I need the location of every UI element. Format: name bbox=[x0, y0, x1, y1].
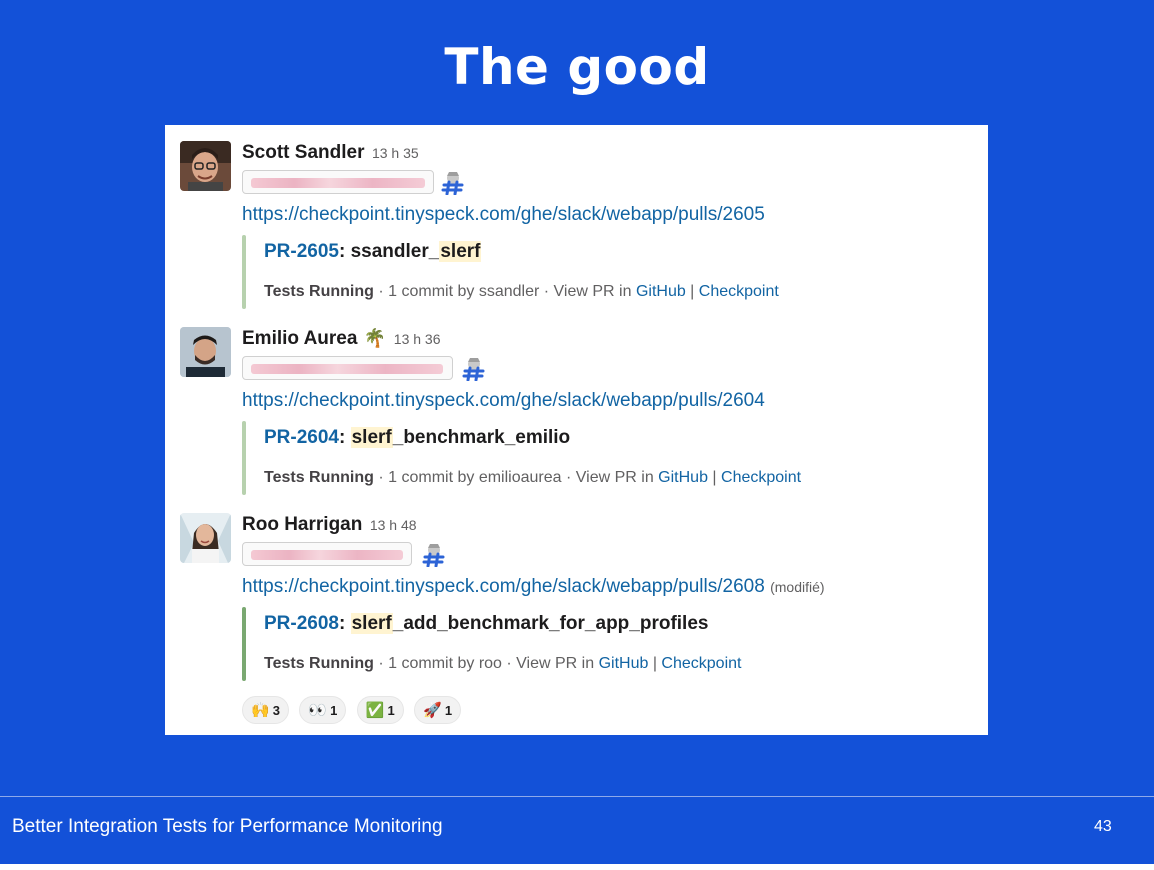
attachment-footer: Tests Running · 1 commit by roo · View P… bbox=[264, 655, 741, 673]
link-separator: | bbox=[707, 469, 722, 486]
attachment-bar bbox=[242, 235, 246, 309]
message-header: Roo Harrigan 13 h 48 bbox=[242, 514, 417, 536]
timestamp[interactable]: 13 h 35 bbox=[372, 145, 419, 161]
author-name[interactable]: Emilio Aurea bbox=[242, 328, 357, 349]
attachment: PR-2608: slerf_add_benchmark_for_app_pro… bbox=[242, 607, 842, 681]
reaction-count: 1 bbox=[444, 702, 453, 718]
avatar[interactable] bbox=[180, 327, 231, 377]
reaction-raised-hands[interactable]: 🙌 3 bbox=[242, 696, 289, 724]
test-status: Tests Running bbox=[264, 283, 374, 300]
rocket-icon: 🚀 bbox=[423, 702, 442, 719]
pr-link[interactable]: PR-2608 bbox=[264, 613, 339, 634]
edited-label: (modifié) bbox=[770, 579, 825, 595]
search-highlight: slerf bbox=[439, 241, 482, 262]
search-highlight: slerf bbox=[350, 613, 393, 634]
redaction-blur bbox=[251, 364, 443, 374]
url-line: https://checkpoint.tinyspeck.com/ghe/sla… bbox=[242, 576, 825, 598]
checkpoint-bot-icon bbox=[441, 172, 464, 195]
message-header: Emilio Aurea 🌴 13 h 36 bbox=[242, 328, 441, 350]
pull-request-url[interactable]: https://checkpoint.tinyspeck.com/ghe/sla… bbox=[242, 576, 765, 597]
reactions-bar: 🙌 3 👀 1 ✅ 1 🚀 1 bbox=[242, 696, 467, 726]
pr-link[interactable]: PR-2604 bbox=[264, 427, 339, 448]
checkpoint-link[interactable]: Checkpoint bbox=[699, 283, 779, 300]
checkpoint-link[interactable]: Checkpoint bbox=[661, 655, 741, 672]
timestamp[interactable]: 13 h 36 bbox=[394, 331, 441, 347]
redaction-blur bbox=[251, 178, 425, 188]
attachment-title: PR-2605: ssandler_slerf bbox=[264, 241, 482, 262]
attachment-bar bbox=[242, 607, 246, 681]
github-link[interactable]: GitHub bbox=[636, 283, 686, 300]
reaction-count: 3 bbox=[272, 702, 280, 718]
pr-link[interactable]: PR-2605 bbox=[264, 241, 339, 262]
page-number: 43 bbox=[1094, 818, 1112, 835]
attachment-bar bbox=[242, 421, 246, 495]
pull-request-url[interactable]: https://checkpoint.tinyspeck.com/ghe/sla… bbox=[242, 204, 765, 226]
raised-hands-icon: 🙌 bbox=[251, 702, 270, 719]
attachment: PR-2605: ssandler_slerf Tests Running · … bbox=[242, 235, 842, 309]
avatar[interactable] bbox=[180, 141, 231, 191]
attachment: PR-2604: slerf_benchmark_emilio Tests Ru… bbox=[242, 421, 842, 495]
reaction-eyes[interactable]: 👀 1 bbox=[299, 696, 347, 724]
reaction-count: 1 bbox=[387, 702, 395, 718]
pr-title-part: _benchmark_emilio bbox=[392, 427, 571, 448]
commit-text: · 1 commit by emilioaurea · View PR in bbox=[373, 469, 659, 486]
pr-title-part: ssandler_ bbox=[350, 241, 440, 262]
link-separator: | bbox=[648, 655, 662, 672]
slack-message-panel: Scott Sandler 13 h 35 https://checkpoint… bbox=[165, 125, 988, 735]
palm-tree-icon: 🌴 bbox=[363, 328, 387, 348]
commit-text: · 1 commit by roo · View PR in bbox=[373, 655, 599, 672]
author-name[interactable]: Roo Harrigan bbox=[242, 514, 362, 535]
checkpoint-link[interactable]: Checkpoint bbox=[721, 469, 801, 486]
attachment-footer: Tests Running · 1 commit by ssandler · V… bbox=[264, 283, 779, 301]
redaction-blur bbox=[251, 550, 403, 560]
commit-text: · 1 commit by ssandler · View PR in bbox=[373, 283, 636, 300]
eyes-icon: 👀 bbox=[308, 702, 328, 719]
search-highlight: slerf bbox=[350, 427, 393, 448]
github-link[interactable]: GitHub bbox=[658, 469, 708, 486]
footer-divider bbox=[0, 796, 1154, 797]
check-mark-icon: ✅ bbox=[365, 702, 385, 719]
checkpoint-bot-icon bbox=[422, 544, 445, 567]
github-link[interactable]: GitHub bbox=[599, 655, 649, 672]
pull-request-url[interactable]: https://checkpoint.tinyspeck.com/ghe/sla… bbox=[242, 390, 765, 412]
author-name[interactable]: Scott Sandler bbox=[242, 142, 364, 163]
checkpoint-bot-icon bbox=[462, 358, 485, 381]
reaction-count: 1 bbox=[330, 702, 338, 718]
attachment-footer: Tests Running · 1 commit by emilioaurea … bbox=[264, 469, 801, 487]
slide: The good Scott Sandler 13 h 35 https://c… bbox=[0, 0, 1154, 864]
test-status: Tests Running bbox=[264, 469, 374, 486]
attachment-title: PR-2604: slerf_benchmark_emilio bbox=[264, 427, 571, 448]
reaction-rocket[interactable]: 🚀 1 bbox=[414, 696, 462, 724]
slide-title: The good bbox=[444, 38, 710, 96]
reaction-check-mark[interactable]: ✅ 1 bbox=[356, 696, 404, 724]
attachment-title: PR-2608: slerf_add_benchmark_for_app_pro… bbox=[264, 613, 709, 634]
presentation-title: Better Integration Tests for Performance… bbox=[12, 816, 443, 837]
test-status: Tests Running bbox=[264, 655, 374, 672]
avatar[interactable] bbox=[180, 513, 231, 563]
redacted-text bbox=[242, 356, 453, 380]
link-separator: | bbox=[685, 283, 699, 300]
redacted-text bbox=[242, 542, 412, 566]
pr-title-part: _add_benchmark_for_app_profiles bbox=[392, 613, 709, 634]
timestamp[interactable]: 13 h 48 bbox=[370, 517, 417, 533]
redacted-text bbox=[242, 170, 434, 194]
message-header: Scott Sandler 13 h 35 bbox=[242, 142, 419, 164]
